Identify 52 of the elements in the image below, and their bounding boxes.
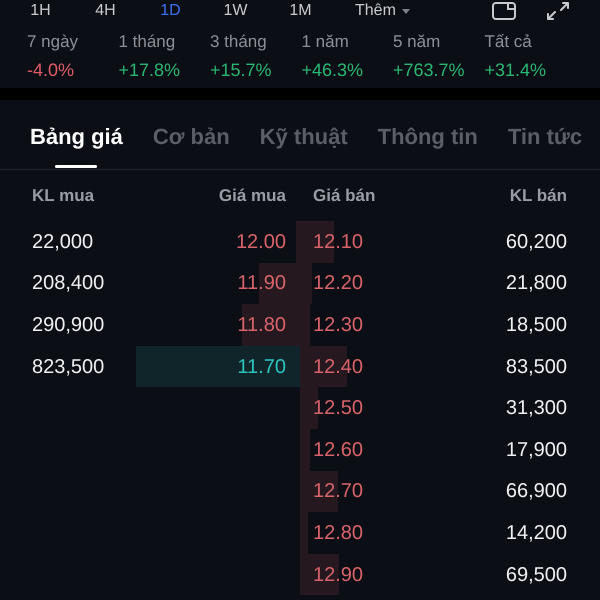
ask-volume: 17,900 — [506, 438, 567, 462]
more-button[interactable]: Thêm — [352, 1, 413, 21]
ask-volume: 18,500 — [506, 312, 567, 337]
period-label: 5 năm — [393, 32, 440, 52]
ask-volume: 69,500 — [506, 562, 567, 587]
ask-volume: 14,200 — [506, 520, 567, 545]
bid-volume: 290,900 — [32, 312, 104, 337]
period-label: 1 năm — [302, 32, 349, 52]
change-value: +17.8% — [118, 59, 180, 81]
bid-price: 11.90 — [237, 271, 286, 296]
ask-volume: 31,300 — [506, 396, 567, 420]
section-tab[interactable]: Bảng giá — [30, 100, 123, 169]
bid-volume: 208,400 — [32, 271, 104, 296]
period-label: Tất cả — [484, 32, 532, 52]
timeframe-tab[interactable]: 1W — [220, 1, 250, 21]
period-label: 1 tháng — [118, 32, 176, 52]
ask-price: 12.70 — [313, 479, 364, 504]
ask-price: 12.20 — [313, 271, 364, 296]
timeframe-tab[interactable]: 1H — [27, 1, 54, 21]
timeframe-tab[interactable]: 1D — [157, 1, 184, 21]
expand-icon[interactable] — [547, 2, 569, 20]
period-label: 3 tháng — [210, 32, 267, 52]
column-header: Giá bán — [313, 186, 376, 207]
window-icon[interactable] — [492, 2, 516, 20]
change-value: -4.0% — [27, 59, 74, 81]
ask-price: 12.90 — [313, 562, 364, 587]
period-label: 7 ngày — [27, 32, 78, 52]
caret-icon — [402, 8, 410, 14]
ask-price: 12.50 — [313, 396, 364, 420]
timeframe-tab[interactable]: 1M — [286, 1, 315, 21]
bid-price: 11.80 — [237, 312, 286, 337]
ask-volume: 21,800 — [506, 271, 567, 296]
bid-price: 12.00 — [236, 230, 286, 254]
change-value: +763.7% — [393, 59, 465, 81]
ask-price: 12.60 — [313, 438, 364, 462]
bid-volume: 22,000 — [32, 230, 94, 254]
bid-price: 11.70 — [237, 354, 286, 379]
column-header: Giá mua — [218, 186, 286, 207]
ask-volume: 66,900 — [506, 479, 567, 504]
timeframe-tab[interactable]: 4H — [92, 1, 119, 21]
bid-volume: 823,500 — [32, 354, 104, 379]
ask-volume: 60,200 — [506, 230, 567, 254]
ask-price: 12.40 — [313, 354, 364, 379]
column-header: KL bán — [510, 186, 567, 207]
ask-price: 12.30 — [313, 312, 364, 337]
change-value: +31.4% — [484, 59, 546, 81]
change-value: +46.3% — [302, 59, 364, 81]
ask-volume: 83,500 — [506, 354, 567, 379]
ask-price: 12.80 — [313, 520, 364, 545]
ask-price: 12.10 — [313, 230, 364, 254]
change-value: +15.7% — [210, 59, 272, 81]
column-header: KL mua — [32, 186, 94, 207]
